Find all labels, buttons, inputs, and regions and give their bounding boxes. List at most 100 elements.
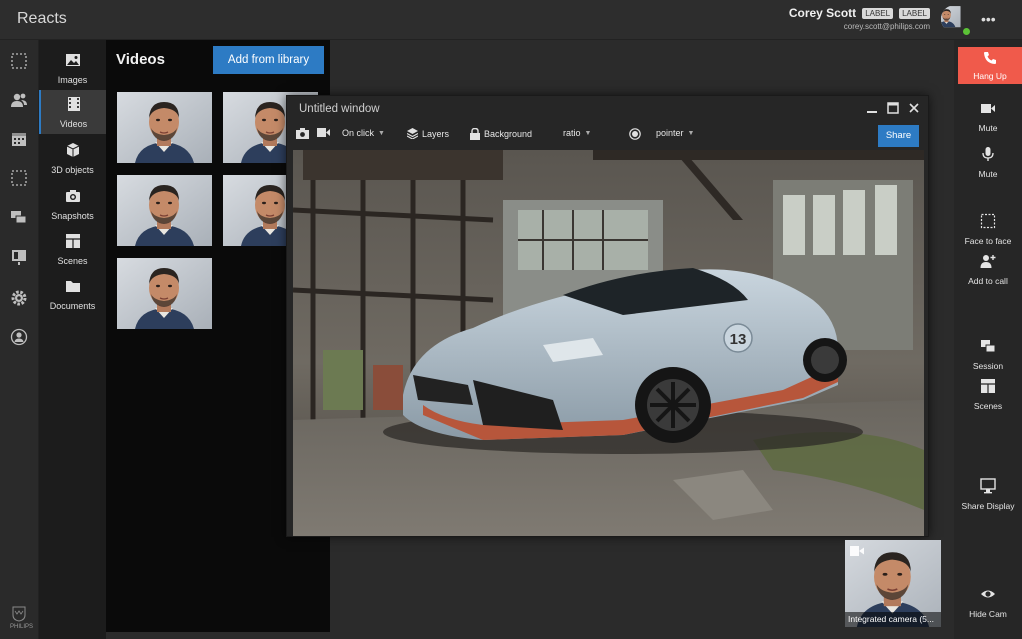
library-tab-label: Snapshots xyxy=(51,211,94,221)
video-thumbnail[interactable] xyxy=(117,258,212,329)
svg-text:13: 13 xyxy=(730,331,747,348)
mute-video-button[interactable]: Mute xyxy=(954,100,1022,136)
hide-cam-button[interactable]: Hide Cam xyxy=(954,586,1022,622)
on-click-label: On click xyxy=(342,128,375,138)
library-tab-label: Videos xyxy=(59,119,88,129)
select-icon[interactable] xyxy=(10,169,28,187)
maximize-icon[interactable] xyxy=(884,100,902,118)
phone-icon xyxy=(984,52,996,64)
eye-icon xyxy=(981,590,995,598)
video-camera-icon xyxy=(981,104,995,113)
video-camera-icon xyxy=(850,546,864,556)
library-tab-label: Scenes xyxy=(57,256,88,266)
top-bar: Reacts Corey Scott LABEL LABEL corey.sco… xyxy=(0,0,1022,40)
brand-logo: PHILIPS xyxy=(10,606,34,630)
hang-up-button[interactable]: Hang Up xyxy=(958,47,1022,84)
layers-label: Layers xyxy=(422,128,450,139)
user-badge: LABEL xyxy=(899,7,930,19)
pointer-dropdown[interactable]: pointer ▼ xyxy=(656,128,694,138)
add-to-call-label: Add to call xyxy=(968,276,1008,286)
chevron-down-icon: ▼ xyxy=(687,129,695,137)
snapshot-camera-icon[interactable] xyxy=(296,128,309,139)
image-icon xyxy=(65,54,80,66)
background-label: Background xyxy=(484,129,533,139)
user-info: Corey Scott LABEL LABEL corey.scott@phil… xyxy=(789,6,930,31)
library-tab-label: Images xyxy=(57,75,88,85)
contacts-icon[interactable] xyxy=(10,91,28,109)
chevron-down-icon: ▼ xyxy=(584,129,592,137)
session-button[interactable]: Session xyxy=(954,338,1022,374)
folder-icon xyxy=(65,281,80,292)
panel-title: Videos xyxy=(116,51,165,68)
film-icon xyxy=(67,97,80,111)
session-label: Session xyxy=(972,361,1004,371)
library-tab-label: Documents xyxy=(49,301,96,311)
app-title: Reacts xyxy=(17,10,67,27)
shared-scene-image[interactable]: 13 xyxy=(293,150,924,536)
add-from-library-button[interactable]: Add from library xyxy=(213,46,324,74)
mute-audio-button[interactable]: Mute xyxy=(954,146,1022,182)
calendar-icon[interactable] xyxy=(10,130,28,148)
face-to-face-button[interactable]: Face to face xyxy=(954,213,1022,249)
add-to-call-button[interactable]: Add to call xyxy=(954,253,1022,289)
face-to-face-label: Face to face xyxy=(964,236,1012,246)
library-tab-images[interactable]: Images xyxy=(39,46,106,88)
window-title: Untitled window xyxy=(299,103,380,115)
user-name: Corey Scott xyxy=(788,6,857,20)
pointer-label: pointer xyxy=(656,128,684,138)
library-tab-scenes[interactable]: Scenes xyxy=(39,227,106,269)
scenes-icon xyxy=(65,234,80,248)
more-options-icon[interactable]: ••• xyxy=(981,11,996,27)
select-icon[interactable] xyxy=(10,52,28,70)
video-camera-icon[interactable] xyxy=(317,128,330,137)
ratio-label: ratio xyxy=(563,128,581,138)
mute-video-label: Mute xyxy=(978,123,998,133)
face-to-face-icon xyxy=(980,213,996,229)
online-status-indicator xyxy=(962,27,971,36)
library-tab-label: 3D objects xyxy=(51,165,94,175)
scenes-label: Scenes xyxy=(973,401,1003,411)
share-display-button[interactable]: Share Display xyxy=(954,478,1022,514)
pointer-indicator-icon[interactable] xyxy=(629,128,641,140)
scenes-button[interactable]: Scenes xyxy=(954,378,1022,414)
library-tab-3d-objects[interactable]: 3D objects xyxy=(39,136,106,178)
scenes-icon xyxy=(981,379,995,393)
ratio-dropdown[interactable]: ratio ▼ xyxy=(563,128,591,138)
mute-audio-label: Mute xyxy=(978,169,998,179)
library-tab-snapshots[interactable]: Snapshots xyxy=(39,182,106,224)
library-sidebar: Images Videos 3D objects Snapshots Scene… xyxy=(39,40,106,639)
left-nav-rail: PHILIPS xyxy=(0,40,39,639)
layers-button[interactable]: Layers xyxy=(407,128,449,139)
cube-icon xyxy=(66,143,79,157)
chat-icon[interactable] xyxy=(10,208,28,226)
on-click-dropdown[interactable]: On click ▼ xyxy=(342,128,385,138)
minimize-icon[interactable] xyxy=(863,100,881,118)
hide-cam-label: Hide Cam xyxy=(969,609,1007,619)
window-toolbar: On click ▼ Layers Background ratio ▼ point… xyxy=(287,122,928,150)
lock-icon xyxy=(470,128,480,140)
brand-text: PHILIPS xyxy=(10,624,34,630)
video-thumbnail[interactable] xyxy=(117,175,212,246)
profile-icon[interactable] xyxy=(10,328,28,346)
user-email: corey.scott@philips.com xyxy=(843,22,930,31)
share-button[interactable]: Share xyxy=(878,125,919,147)
settings-icon[interactable] xyxy=(10,289,28,307)
video-thumbnail[interactable] xyxy=(117,92,212,163)
self-camera-preview[interactable]: Integrated camera (5... xyxy=(845,540,941,627)
camera-caption: Integrated camera (5... xyxy=(845,612,941,627)
share-display-label: Share Display xyxy=(961,501,1015,511)
dashboard-icon[interactable] xyxy=(10,248,28,266)
chevron-down-icon: ▼ xyxy=(378,129,385,137)
session-icon xyxy=(981,340,996,353)
monitor-icon xyxy=(980,478,996,494)
close-icon[interactable] xyxy=(905,100,923,118)
background-button[interactable]: Background xyxy=(470,128,532,140)
camera-icon xyxy=(65,190,80,202)
layers-icon xyxy=(407,128,418,139)
add-person-icon xyxy=(980,255,996,268)
untitled-window[interactable]: Untitled window On click ▼ Layers Backgro… xyxy=(286,95,929,537)
library-tab-documents[interactable]: Documents xyxy=(39,272,106,314)
hang-up-label: Hang Up xyxy=(973,71,1007,81)
user-badge: LABEL xyxy=(862,7,894,19)
library-tab-videos[interactable]: Videos xyxy=(39,90,106,134)
